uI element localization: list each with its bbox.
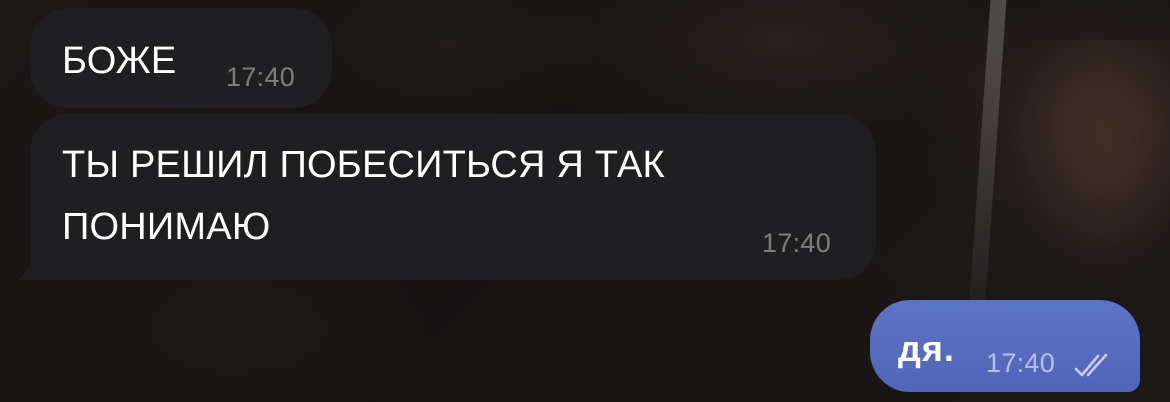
wallpaper-highlight — [969, 0, 1007, 300]
message-bubble-incoming[interactable]: БОЖЕ 17:40 — [30, 8, 332, 108]
message-timestamp: 17:40 — [762, 228, 832, 258]
message-text: БОЖЕ — [62, 40, 177, 82]
message-timestamp: 17:40 — [226, 62, 296, 92]
double-check-icon — [1074, 353, 1108, 377]
message-text: ТЫ РЕШИЛ ПОБЕСИТЬСЯ Я ТАК ПОНИМАЮ — [62, 144, 665, 248]
message-text: дя. — [898, 328, 955, 369]
message-bubble-incoming[interactable]: ТЫ РЕШИЛ ПОБЕСИТЬСЯ Я ТАК ПОНИМАЮ 17:40 — [30, 114, 876, 280]
message-timestamp: 17:40 — [986, 348, 1056, 378]
wallpaper-shadow — [1010, 40, 1170, 300]
message-bubble-outgoing[interactable]: дя. 17:40 — [870, 300, 1140, 392]
